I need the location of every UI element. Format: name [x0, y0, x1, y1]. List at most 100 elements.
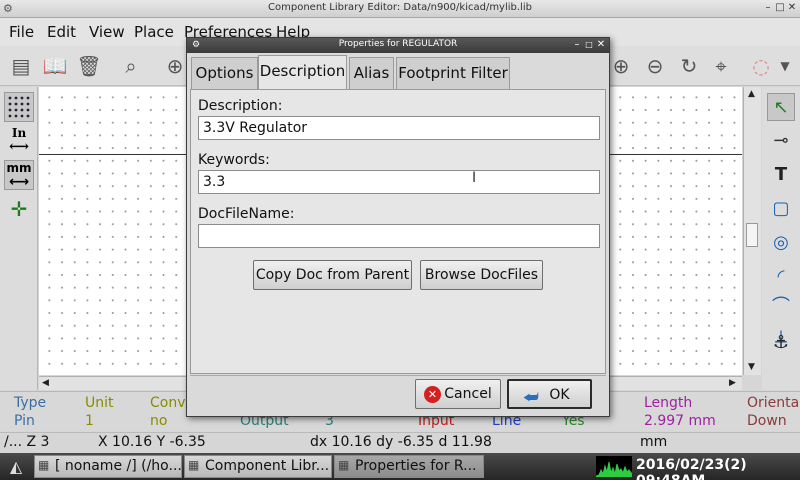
add-arc-icon[interactable]: ◜: [767, 263, 795, 291]
text-cursor-icon: I: [472, 170, 477, 186]
main-window-titlebar: ⚙ Component Library Editor: Data/n900/ki…: [0, 0, 800, 18]
dialog-minimize-icon[interactable]: –: [571, 39, 583, 51]
msg-header: Length: [644, 395, 693, 411]
menu-edit[interactable]: Edit: [47, 23, 76, 41]
properties-icon: ▦: [338, 458, 350, 472]
cancel-button[interactable]: ✕ Cancel: [415, 379, 501, 409]
main-window-title: Component Library Editor: Data/n900/kica…: [268, 2, 532, 13]
close-icon[interactable]: ✕: [786, 2, 798, 14]
component-icon[interactable]: ⊕: [162, 53, 188, 79]
status-cursor-position: X 10.16 Y -6.35: [98, 434, 206, 450]
taskbar: ◭ ▦ [ noname /] (/ho... ▦ Component Libr..…: [0, 453, 800, 480]
add-polyline-icon[interactable]: ⌒: [767, 293, 795, 321]
start-menu-icon[interactable]: ◭: [2, 456, 30, 477]
task-label: Component Libr...: [205, 458, 330, 474]
screen: ⚙ Component Library Editor: Data/n900/ki…: [0, 0, 800, 480]
dialog-maximize-icon[interactable]: □: [583, 39, 595, 51]
cancel-icon: ✕: [424, 386, 441, 403]
scroll-down-icon[interactable]: ▼: [748, 362, 755, 372]
msg-header: Orienta: [747, 395, 800, 411]
dialog-close-icon[interactable]: ✕: [595, 39, 607, 51]
cursor-crosshair-icon[interactable]: ✛: [4, 194, 34, 224]
pcb-icon: ▦: [38, 458, 50, 472]
vertical-scrollbar[interactable]: ▲ ▼: [743, 87, 761, 375]
add-text-icon[interactable]: T: [767, 161, 795, 189]
add-rectangle-icon[interactable]: ▢: [767, 195, 795, 223]
zoom-fit-icon[interactable]: ⌖: [708, 53, 734, 79]
grid-toggle-icon[interactable]: [4, 92, 34, 122]
scroll-left-icon[interactable]: ◀: [42, 378, 49, 388]
status-units: mm: [640, 434, 668, 450]
mm-label: mm: [6, 161, 32, 175]
dialog-title: Properties for REGULATOR: [338, 39, 458, 49]
status-delta: dx 10.16 dy -6.35 d 11.98: [310, 434, 492, 450]
msg-value: no: [150, 413, 168, 429]
description-field[interactable]: [198, 116, 600, 140]
docfilename-label: DocFileName:: [198, 206, 295, 222]
msg-header: Conv: [150, 395, 186, 411]
zoom-out-icon[interactable]: ⊖: [642, 53, 668, 79]
component-select-icon[interactable]: ◌: [748, 53, 774, 79]
library-icon: ▦: [188, 458, 200, 472]
left-toolbar: In ⟷ mm ⟷ ✛: [0, 87, 38, 390]
cpu-monitor-icon: [596, 456, 632, 477]
task-component-library[interactable]: ▦ Component Libr...: [184, 455, 332, 478]
scroll-right-icon[interactable]: ▶: [729, 378, 736, 388]
task-properties[interactable]: ▦ Properties for R...: [334, 455, 484, 478]
keywords-label: Keywords:: [198, 152, 270, 168]
add-pin-icon[interactable]: ⊸: [767, 127, 795, 155]
ok-button[interactable]: ⮨ OK: [507, 379, 592, 409]
open-book-icon[interactable]: 📖: [42, 53, 68, 79]
tab-footprint-filter[interactable]: Footprint Filter: [396, 57, 510, 89]
properties-dialog: ⚙ Properties for REGULATOR – □ ✕ Options…: [186, 37, 610, 417]
vertical-scroll-thumb[interactable]: [746, 223, 758, 247]
anchor-icon[interactable]: ⚓: [767, 329, 795, 357]
description-label: Description:: [198, 98, 283, 114]
tab-alias[interactable]: Alias: [349, 57, 394, 89]
browse-docfiles-button[interactable]: Browse DocFiles: [420, 260, 543, 290]
description-tab-panel: Description: Keywords: I DocFileName: Co…: [190, 89, 606, 374]
arrow-horizontal-icon: ⟷: [8, 174, 30, 190]
msg-value: Down: [747, 413, 787, 429]
task-label: Properties for R...: [355, 458, 477, 474]
units-inches-button[interactable]: In ⟷: [4, 126, 34, 156]
msg-header: Type: [14, 395, 47, 411]
msg-value: 1: [85, 413, 94, 429]
dialog-button-bar: ✕ Cancel ⮨ OK: [190, 375, 606, 413]
zoom-in-icon[interactable]: ⊕: [608, 53, 634, 79]
menu-file[interactable]: File: [9, 23, 34, 41]
task-pcbnew[interactable]: ▦ [ noname /] (/ho...: [34, 455, 182, 478]
docfilename-field[interactable]: [198, 224, 600, 248]
dialog-titlebar: ⚙ Properties for REGULATOR – □ ✕: [187, 38, 609, 53]
msg-value: Pin: [14, 413, 35, 429]
msg-header: Unit: [85, 395, 114, 411]
msg-value: 2.997 mm: [644, 413, 716, 429]
ok-label: OK: [549, 387, 570, 403]
library-browser-icon[interactable]: ⌕: [118, 53, 144, 79]
status-zoom: /... Z 3: [4, 434, 50, 450]
menu-place[interactable]: Place: [134, 23, 174, 41]
arrow-horizontal-icon: ⟷: [8, 139, 30, 155]
delete-icon[interactable]: 🗑: [76, 53, 102, 79]
ok-arrow-icon: ⮨: [523, 388, 539, 408]
menu-view[interactable]: View: [89, 23, 125, 41]
copy-doc-from-parent-button[interactable]: Copy Doc from Parent: [253, 260, 412, 290]
task-label: [ noname /] (/ho...: [55, 458, 182, 474]
keywords-field[interactable]: [198, 170, 600, 194]
inches-label: In: [11, 126, 27, 140]
redraw-icon[interactable]: ↻: [676, 53, 702, 79]
status-bar: /... Z 3 X 10.16 Y -6.35 dx 10.16 dy -6.…: [0, 432, 800, 453]
chevron-down-icon[interactable]: ▼: [772, 53, 798, 79]
maximize-icon[interactable]: □: [774, 2, 786, 14]
minimize-icon[interactable]: –: [762, 2, 774, 14]
scroll-up-icon[interactable]: ▲: [748, 89, 755, 99]
add-circle-icon[interactable]: ◎: [767, 229, 795, 257]
units-mm-button[interactable]: mm ⟷: [4, 160, 34, 190]
right-toolbar: ↖ ⊸ T ▢ ◎ ◜ ⌒ ⟂ ⚓: [762, 87, 800, 390]
new-library-icon[interactable]: ▤: [8, 53, 34, 79]
cancel-label: Cancel: [444, 386, 492, 402]
select-arrow-icon[interactable]: ↖: [767, 93, 795, 121]
tab-description[interactable]: Description: [258, 55, 347, 90]
taskbar-clock: 2016/02/23(2) 09:48AM: [636, 457, 747, 480]
tab-options[interactable]: Options: [191, 57, 258, 89]
